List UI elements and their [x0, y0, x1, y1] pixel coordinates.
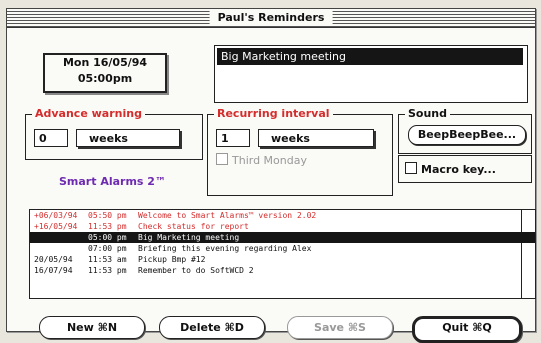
reminder-text: Briefing this evening regarding Alex — [138, 244, 312, 253]
reminder-text: Remember to do SoftWCD 2 — [138, 266, 254, 275]
list-item[interactable]: 07:00 pm Briefing this evening regarding … — [30, 243, 535, 254]
new-button[interactable]: New ⌘N — [39, 316, 145, 339]
reminder-datetime: 11:53 pm — [88, 266, 127, 275]
save-button[interactable]: Save ⌘S — [287, 316, 393, 339]
advance-warning-unit-popup[interactable]: weeks — [76, 129, 180, 147]
sound-select-button[interactable]: BeepBeepBee... — [408, 125, 526, 145]
third-monday-checkbox[interactable]: Third Monday — [216, 153, 307, 168]
recurring-value-field[interactable]: 1 — [216, 129, 250, 147]
reminder-datetime: 11:53 pm — [88, 222, 127, 231]
list-item[interactable]: +06/03/94 05:50 pm Welcome to Smart Alarms… — [30, 210, 535, 221]
reminder-text: Pickup Bmp #12 — [138, 255, 206, 264]
reminder-datetime: 05:50 pm — [88, 211, 127, 220]
advance-warning-value-field[interactable]: 0 — [34, 129, 68, 147]
recurring-interval-group: Recurring interval 1 weeks Third Monday — [207, 107, 393, 196]
reminder-date: +06/03/94 — [34, 211, 78, 220]
advance-warning-label: Advance warning — [32, 107, 145, 121]
reminder-datetime: 11:53 am — [88, 255, 127, 264]
reminder-datetime: 07:00 pm — [88, 244, 127, 253]
window-title: Paul's Reminders — [209, 10, 333, 25]
reminder-when: 07:00 pm — [34, 243, 138, 254]
reminder-date: 16/07/94 — [34, 266, 73, 275]
reminders-window: Paul's Reminders Mon 16/05/94 05:00pm Bi… — [6, 8, 536, 343]
reminder-date: +16/05/94 — [34, 222, 78, 231]
reminder-text: Big Marketing meeting — [138, 233, 240, 242]
checkbox-box — [405, 162, 417, 174]
recurring-unit-popup[interactable]: weeks — [258, 129, 374, 147]
macro-key-label: Macro key... — [421, 163, 496, 176]
reminders-rows: +06/03/94 05:50 pm Welcome to Smart Alarms… — [30, 210, 535, 276]
reminders-list[interactable]: +06/03/94 05:50 pm Welcome to Smart Alarms… — [29, 209, 536, 299]
checkbox-box — [216, 153, 228, 165]
message-field[interactable]: Big Marketing meeting — [214, 45, 528, 103]
list-item[interactable]: 16/07/94 11:53 pm Remember to do SoftWCD 2 — [30, 265, 535, 276]
date-text: Mon 16/05/94 — [62, 56, 148, 69]
advance-warning-group: Advance warning 0 weeks — [25, 107, 203, 160]
reminder-date: 20/05/94 — [34, 255, 73, 264]
recurring-interval-label: Recurring interval — [214, 107, 333, 121]
list-item[interactable]: 20/05/94 11:53 am Pickup Bmp #12 — [30, 254, 535, 265]
sound-group: Sound BeepBeepBee... — [398, 107, 532, 154]
date-time-display[interactable]: Mon 16/05/94 05:00pm — [43, 53, 167, 93]
reminder-when: +16/05/94 11:53 pm — [34, 221, 138, 232]
reminder-when: 16/07/94 11:53 pm — [34, 265, 138, 276]
message-text: Big Marketing meeting — [217, 48, 523, 65]
reminder-text: Check status for report — [138, 222, 249, 231]
sound-label: Sound — [405, 107, 451, 121]
reminder-datetime: 05:00 pm — [88, 233, 127, 242]
macro-key-group: Macro key... — [398, 155, 532, 183]
reminder-when: 05:00 pm — [34, 232, 138, 243]
list-item[interactable]: +16/05/94 11:53 pm Check status for report — [30, 221, 535, 232]
third-monday-label: Third Monday — [232, 154, 307, 167]
title-bar[interactable]: Paul's Reminders — [7, 9, 535, 28]
reminder-when: +06/03/94 05:50 pm — [34, 210, 138, 221]
delete-button[interactable]: Delete ⌘D — [159, 316, 265, 339]
time-text: 05:00pm — [77, 72, 133, 85]
smart-alarms-logo: Smart Alarms 2™ — [59, 175, 166, 188]
list-item[interactable]: 05:00 pm Big Marketing meeting — [30, 232, 535, 243]
quit-button[interactable]: Quit ⌘Q — [412, 316, 522, 343]
macro-key-checkbox[interactable]: Macro key... — [405, 162, 496, 177]
reminder-text: Welcome to Smart Alarms™ version 2.02 — [138, 211, 317, 220]
reminder-when: 20/05/94 11:53 am — [34, 254, 138, 265]
